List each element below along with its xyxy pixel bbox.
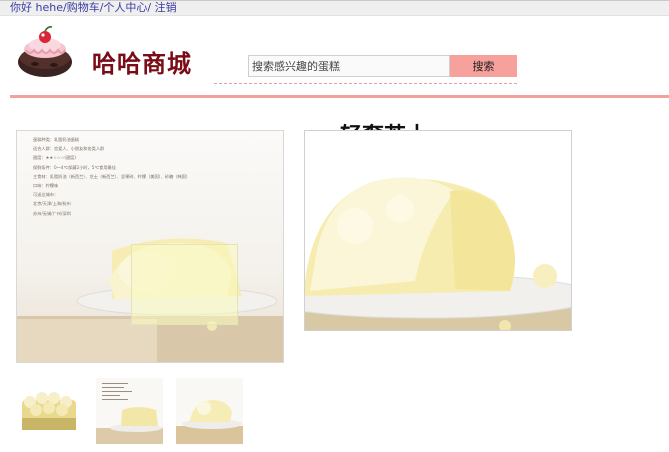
nav-separator: / [147, 1, 155, 14]
brand-name[interactable]: 哈哈商城 [92, 44, 192, 79]
cart-link[interactable]: 购物车 [67, 1, 100, 14]
zoom-lens[interactable] [131, 244, 238, 325]
top-nav-bar: 你好 hehe/购物车/个人中心/ 注销 [0, 0, 669, 16]
header-divider [10, 95, 669, 98]
profile-link[interactable]: 个人中心 [103, 1, 147, 14]
product-zoom-view [304, 130, 572, 331]
search-bar: 搜索 [214, 54, 517, 84]
search-input[interactable] [248, 55, 450, 77]
logout-link[interactable]: 注销 [155, 1, 177, 14]
cake-logo-icon[interactable] [16, 24, 74, 78]
sweetness-legend: (甜度) [64, 155, 76, 161]
product-info-text: 蛋糕种类：乳脂奶油蛋糕 适合人群：恋爱人、小朋友和各类人群 甜度：★★☆☆☆(甜… [33, 137, 191, 216]
search-button[interactable]: 搜索 [450, 55, 517, 77]
thumbnail-3[interactable] [176, 378, 243, 444]
thumbnail-2[interactable] [96, 378, 163, 444]
thumbnail-1[interactable] [16, 378, 82, 444]
user-greeting: 你好 hehe [10, 1, 63, 14]
